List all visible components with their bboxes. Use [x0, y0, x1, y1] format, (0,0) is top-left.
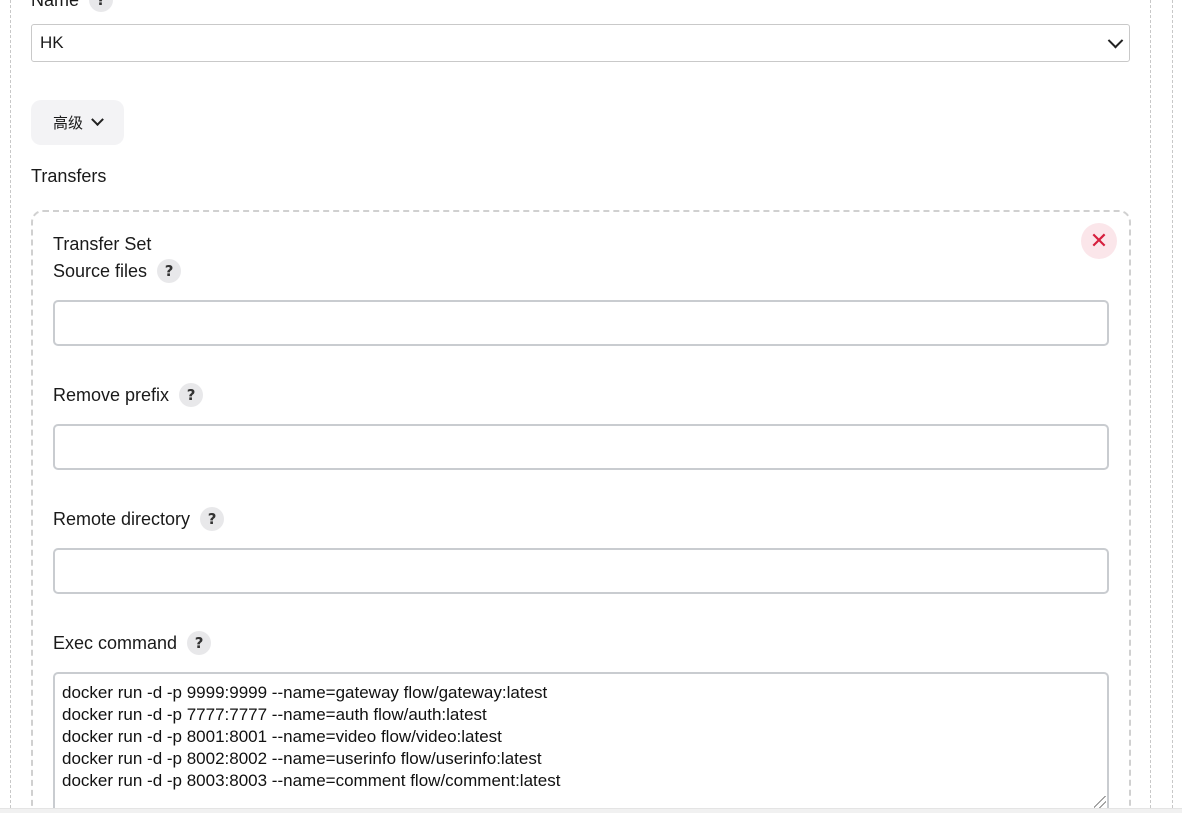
outer-dashed-border-left	[10, 0, 11, 813]
remove-transfer-set-button[interactable]: ✕	[1081, 223, 1117, 259]
name-select-value: HK	[40, 33, 64, 52]
command-line: docker run -d -p 9999:9999 --name=gatewa…	[62, 683, 548, 702]
remote-directory-input[interactable]	[53, 548, 1109, 594]
help-icon[interactable]: ?	[157, 259, 182, 283]
outer-dashed-border-right-outer	[1172, 0, 1173, 813]
page: Name ? HK 高级 Transfers ✕ Transfer Set So…	[0, 0, 1182, 813]
remote-directory-label: Remote directory	[53, 508, 191, 529]
command-line: docker run -d -p 7777:7777 --name=auth f…	[62, 705, 487, 724]
help-icon[interactable]: ?	[187, 631, 212, 655]
help-icon[interactable]: ?	[89, 0, 114, 12]
exec-command-textarea[interactable]: docker run -d -p 9999:9999 --name=gatewa…	[53, 672, 1109, 813]
chevron-down-icon	[1107, 32, 1124, 48]
exec-command-label-row: Exec command ?	[53, 631, 212, 655]
outer-dashed-border-right	[1150, 0, 1151, 813]
remove-prefix-label-row: Remove prefix ?	[53, 383, 204, 407]
resize-grip-icon[interactable]	[1094, 796, 1106, 808]
close-icon: ✕	[1089, 228, 1109, 254]
chevron-down-icon	[91, 113, 104, 127]
help-icon[interactable]: ?	[200, 507, 225, 531]
remote-directory-label-row: Remote directory ?	[53, 507, 225, 531]
source-files-label-row: Source files ?	[53, 259, 182, 283]
remove-prefix-label: Remove prefix	[53, 384, 170, 405]
command-line: docker run -d -p 8002:8002 --name=userin…	[62, 749, 542, 768]
name-field-label: Name	[31, 0, 79, 11]
transfer-set-title: Transfer Set	[53, 234, 152, 254]
source-files-input[interactable]	[53, 300, 1109, 346]
command-line: docker run -d -p 8003:8003 --name=commen…	[62, 771, 561, 790]
help-icon[interactable]: ?	[179, 383, 204, 407]
bottom-bar	[0, 808, 1182, 813]
name-field-label-row: Name ?	[31, 0, 114, 12]
advanced-button-label: 高级	[52, 114, 83, 132]
command-line: docker run -d -p 8001:8001 --name=video …	[62, 727, 502, 746]
remove-prefix-input[interactable]	[53, 424, 1109, 470]
transfers-title: Transfers	[31, 166, 107, 186]
advanced-button[interactable]: 高级	[31, 100, 124, 145]
name-select[interactable]: HK	[31, 24, 1130, 62]
exec-command-label: Exec command	[53, 632, 178, 653]
source-files-label: Source files	[53, 260, 148, 281]
